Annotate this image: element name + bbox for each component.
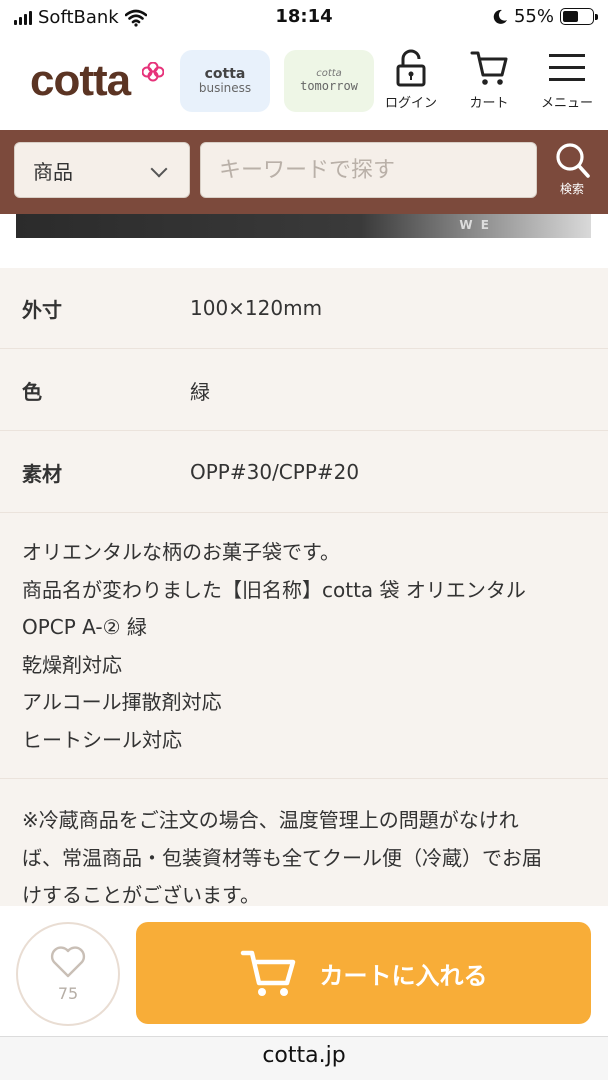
spec-row-color: 色 緑 — [0, 350, 608, 431]
note-line: ば、常温商品・包装資材等も全てクール便（冷蔵）でお届 — [22, 845, 542, 870]
favorite-button[interactable]: 75 — [16, 922, 120, 1026]
hamburger-icon — [549, 54, 585, 81]
cart-icon — [470, 51, 508, 85]
description-line: 商品名が変わりました【旧名称】cotta 袋 オリエンタル — [22, 577, 526, 602]
chevron-down-icon — [150, 160, 168, 178]
cart-icon — [240, 950, 295, 996]
description-line: オリエンタルな柄のお菓子袋です。 — [22, 540, 340, 564]
add-to-cart-label: カートに入れる — [319, 961, 488, 990]
business-pill-line2: business — [198, 81, 252, 96]
cotta-logo[interactable]: cotta — [30, 56, 131, 106]
cart-label: カート — [469, 96, 509, 111]
login-label: ログイン — [384, 96, 437, 111]
site-header: cotta cotta business cotta tomorrow ログイン… — [0, 36, 608, 130]
product-details: 外寸 100×120mm 色 緑 素材 OPP#30/CPP#20 オリエンタル… — [0, 268, 608, 910]
menu-button[interactable]: メニュー — [532, 48, 602, 118]
search-bar: 商品 検索 — [0, 130, 608, 214]
menu-label: メニュー — [540, 96, 593, 111]
business-pill-line1: cotta — [204, 66, 246, 83]
logo-flower-icon — [142, 62, 164, 82]
search-button[interactable]: 検索 — [543, 140, 601, 206]
description-line: ヒートシール対応 — [22, 727, 182, 752]
login-button[interactable]: ログイン — [376, 48, 446, 118]
spec-label: 色 — [22, 379, 42, 404]
unlock-icon — [396, 49, 426, 87]
spec-row-material: 素材 OPP#30/CPP#20 — [0, 432, 608, 513]
cotta-business-link[interactable]: cotta business — [180, 50, 270, 112]
category-select[interactable]: 商品 — [14, 142, 190, 198]
browser-address-bar[interactable]: cotta.jp — [0, 1036, 608, 1080]
spec-value: 100×120mm — [190, 296, 323, 320]
spec-label: 外寸 — [22, 297, 62, 322]
spec-value: 緑 — [190, 379, 210, 404]
tomorrow-pill-line2: tomorrow — [300, 78, 358, 93]
cotta-tomorrow-link[interactable]: cotta tomorrow — [284, 50, 374, 112]
image-pattern: W E — [459, 218, 491, 232]
description-line: OPCP A-② 緑 — [22, 615, 147, 639]
battery-icon — [560, 8, 598, 25]
battery-percent: 55% — [513, 6, 554, 27]
battery-fill — [563, 11, 579, 22]
product-image: W E — [16, 214, 591, 238]
header-cart-button[interactable]: カート — [454, 48, 524, 118]
section-divider — [0, 778, 608, 779]
description-line: 乾燥剤対応 — [22, 652, 122, 677]
spec-label: 素材 — [22, 461, 62, 486]
moon-icon — [493, 9, 507, 24]
heart-icon — [50, 945, 86, 977]
shipping-note: ※冷蔵商品をご注文の場合、温度管理上の問題がなけれ ば、常温商品・包装資材等も全… — [22, 802, 592, 915]
favorite-count: 75 — [57, 983, 79, 1003]
add-to-cart-button[interactable]: カートに入れる — [136, 922, 591, 1024]
spec-value: OPP#30/CPP#20 — [190, 460, 360, 484]
search-icon — [556, 143, 590, 178]
status-bar: SoftBank 18:14 55% — [0, 0, 608, 36]
purchase-action-bar: 75 カートに入れる — [0, 906, 608, 1036]
search-input[interactable] — [200, 142, 537, 198]
note-line: ※冷蔵商品をご注文の場合、温度管理上の問題がなけれ — [22, 808, 519, 832]
description-line: アルコール揮散剤対応 — [22, 690, 222, 714]
status-right: 55% — [492, 6, 598, 27]
category-value: 商品 — [33, 159, 73, 184]
spec-row-size: 外寸 100×120mm — [0, 268, 608, 349]
product-description: オリエンタルな柄のお菓子袋です。 商品名が変わりました【旧名称】cotta 袋 … — [22, 534, 592, 759]
search-button-label: 検索 — [559, 182, 584, 196]
